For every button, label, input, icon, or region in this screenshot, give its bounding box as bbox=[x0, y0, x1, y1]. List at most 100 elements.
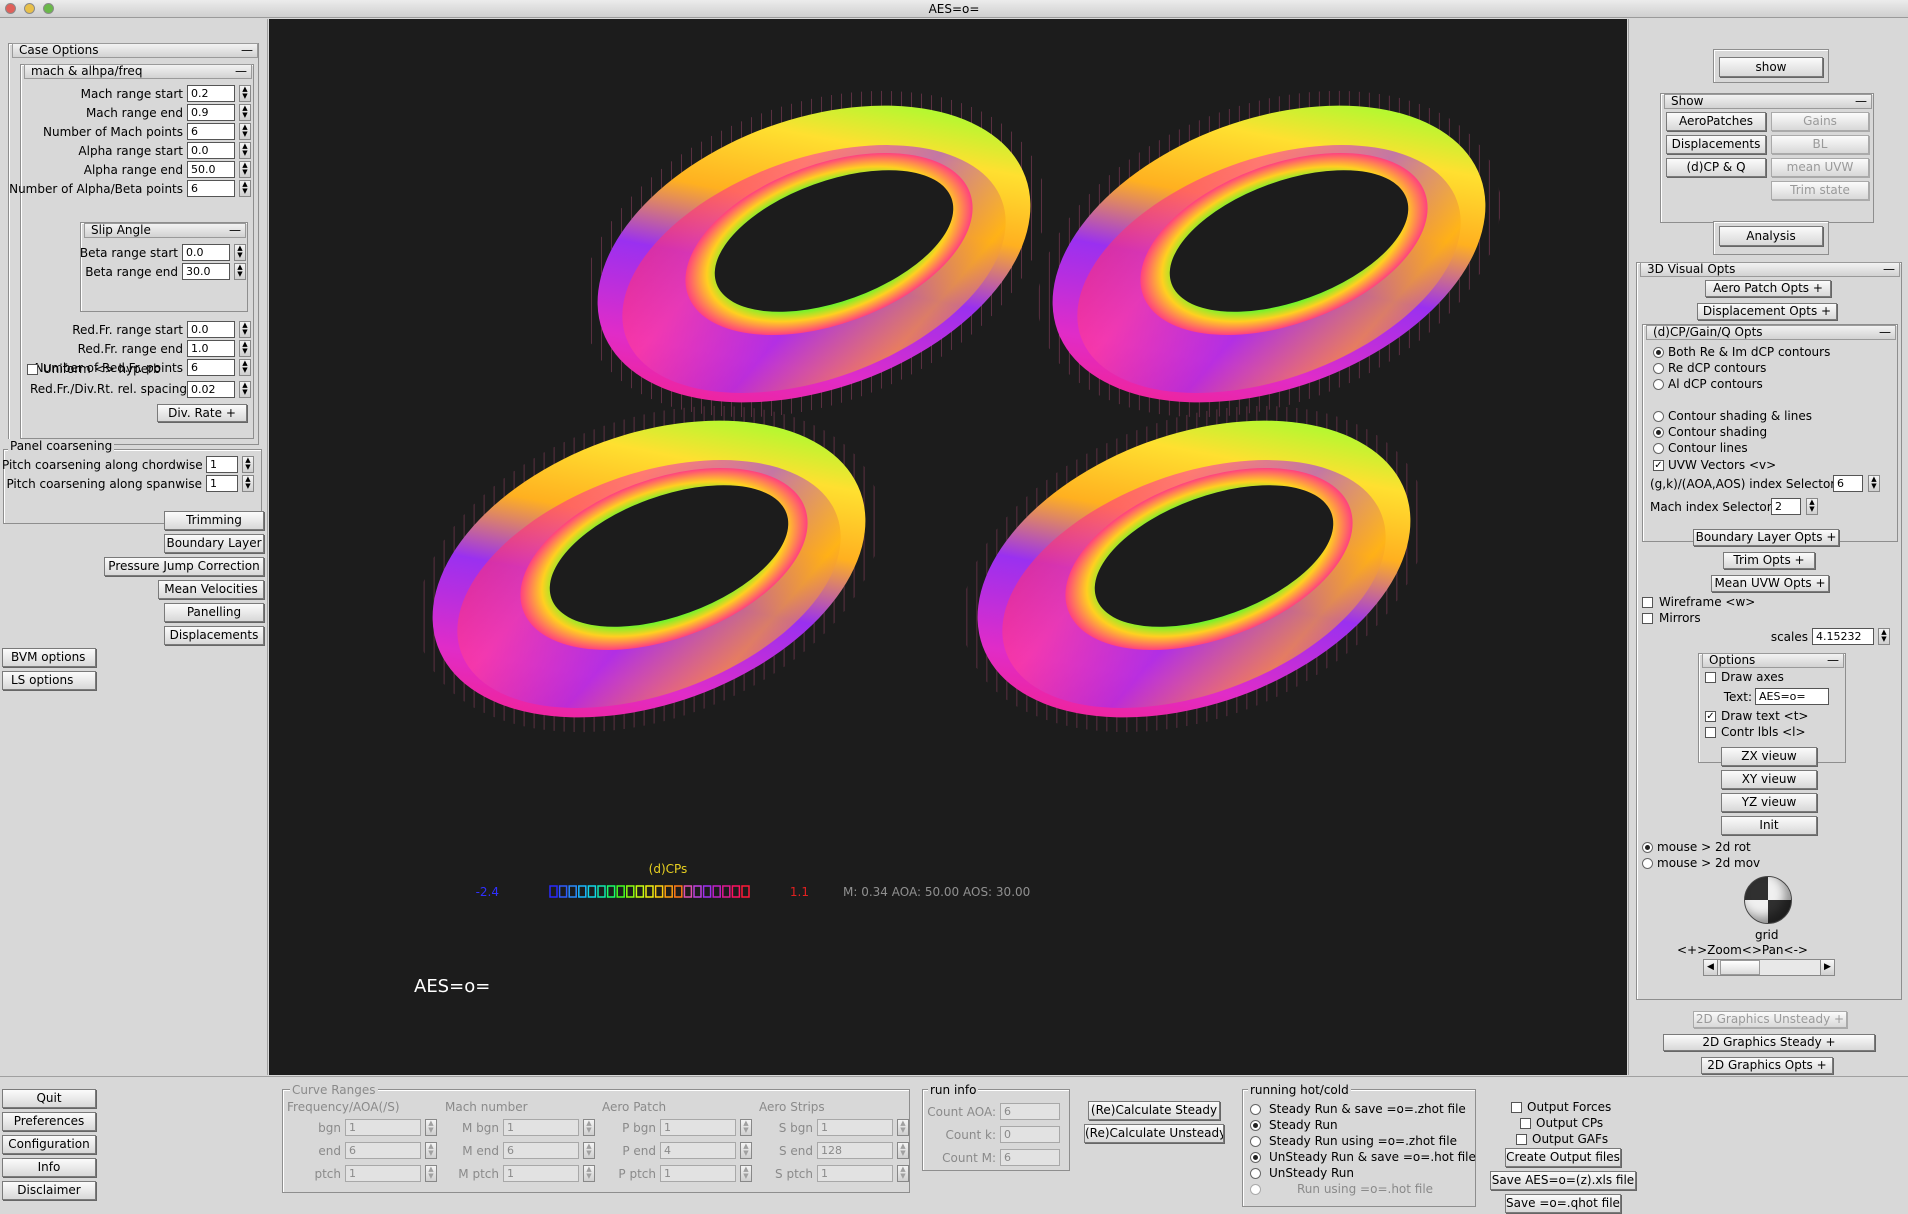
bl-show-button[interactable]: BL bbox=[1771, 135, 1869, 154]
alpha-range-start-spinner[interactable]: ▲ ▼ bbox=[239, 142, 251, 159]
zoom-window-icon[interactable] bbox=[43, 3, 54, 14]
index-selector-spinner[interactable]: ▲ ▼ bbox=[1868, 475, 1880, 492]
ls-options-button[interactable]: LS options bbox=[2, 671, 96, 690]
mean-velocities-button[interactable]: Mean Velocities bbox=[158, 580, 264, 599]
steady-run-using-o-zhot-file-radio[interactable] bbox=[1250, 1136, 1261, 1147]
mach-range-end-spinner[interactable]: ▲ ▼ bbox=[239, 104, 251, 121]
uvw-vectors-checkbox[interactable]: ✓ bbox=[1653, 460, 1664, 471]
info-button[interactable]: Info bbox=[2, 1158, 96, 1177]
steady-run-save-o-zhot-file-radio[interactable] bbox=[1250, 1104, 1261, 1115]
mirrors-checkbox[interactable] bbox=[1642, 613, 1653, 624]
collapse-icon[interactable]: — bbox=[241, 44, 253, 57]
aero-patch-opts-button[interactable]: Aero Patch Opts + bbox=[1705, 280, 1831, 297]
2d-graphics-steady-button[interactable]: 2D Graphics Steady + bbox=[1663, 1034, 1875, 1051]
mean-uvw-opts-button[interactable]: Mean UVW Opts + bbox=[1711, 575, 1829, 592]
collapse-icon[interactable]: — bbox=[1883, 263, 1895, 276]
alpha-range-end-input[interactable]: 50.0 bbox=[187, 161, 235, 178]
collapse-icon[interactable]: — bbox=[1879, 326, 1891, 339]
number-of-red-fr-points-spinner[interactable]: ▲ ▼ bbox=[239, 359, 251, 376]
mean-uvw-show-button[interactable]: mean UVW bbox=[1771, 158, 1869, 177]
show-group-header[interactable]: Show — bbox=[1664, 94, 1872, 109]
scales-spinner[interactable]: ▲ ▼ bbox=[1878, 628, 1890, 645]
zoom-slider[interactable]: ◀ ▶ bbox=[1703, 959, 1835, 976]
re-calculate-steady-button[interactable]: (Re)Calculate Steady bbox=[1088, 1101, 1220, 1120]
s-ptch-spinner[interactable]: ▲ ▼ bbox=[897, 1165, 909, 1182]
alpha-range-end-spinner[interactable]: ▲ ▼ bbox=[239, 161, 251, 178]
collapse-icon[interactable]: — bbox=[1827, 654, 1839, 667]
output-gafs-checkbox[interactable] bbox=[1516, 1134, 1527, 1145]
mouse-2d-mov-radio[interactable] bbox=[1642, 858, 1653, 869]
3d-view-canvas[interactable]: (d)CPs -2.4 1.1 M: 0.34 AOA: 50.00 AOS: … bbox=[269, 19, 1627, 1075]
displacements-show-button[interactable]: Displacements bbox=[1666, 135, 1766, 154]
save-qhot-button[interactable]: Save =o=.qhot file bbox=[1505, 1194, 1621, 1213]
pitch-coarsening-along-spanwise-input[interactable]: 1 bbox=[206, 475, 238, 492]
mach-selector-spinner[interactable]: ▲ ▼ bbox=[1806, 498, 1818, 515]
contour-shading-lines-radio[interactable] bbox=[1653, 411, 1664, 422]
collapse-icon[interactable]: — bbox=[1855, 95, 1867, 108]
mach-range-start-input[interactable]: 0.2 bbox=[187, 85, 235, 102]
number-of-mach-points-spinner[interactable]: ▲ ▼ bbox=[239, 123, 251, 140]
p-bgn-spinner[interactable]: ▲ ▼ bbox=[740, 1119, 752, 1136]
beta-range-end-input[interactable]: 30.0 bbox=[182, 263, 230, 280]
slider-thumb[interactable] bbox=[1720, 960, 1760, 975]
bgn-spinner[interactable]: ▲ ▼ bbox=[425, 1119, 437, 1136]
m-end-spinner[interactable]: ▲ ▼ bbox=[583, 1142, 595, 1159]
number-of-alpha-beta-points-spinner[interactable]: ▲ ▼ bbox=[239, 180, 251, 197]
m-ptch-spinner[interactable]: ▲ ▼ bbox=[583, 1165, 595, 1182]
pitch-coarsening-along-chordwise-spinner[interactable]: ▲ ▼ bbox=[242, 456, 254, 473]
disclaimer-button[interactable]: Disclaimer bbox=[2, 1181, 96, 1200]
s-ptch-input[interactable]: 1 bbox=[817, 1165, 893, 1182]
p-end-spinner[interactable]: ▲ ▼ bbox=[740, 1142, 752, 1159]
save-xls-button[interactable]: Save AES=o=(z).xls file bbox=[1490, 1171, 1636, 1190]
panelling-button[interactable]: Panelling bbox=[164, 603, 264, 622]
trim-state-show-button[interactable]: Trim state bbox=[1771, 181, 1869, 200]
trim-opts-button[interactable]: Trim Opts + bbox=[1723, 552, 1815, 569]
ptch-input[interactable]: 1 bbox=[345, 1165, 421, 1182]
alpha-range-start-input[interactable]: 0.0 bbox=[187, 142, 235, 159]
output-cps-checkbox[interactable] bbox=[1520, 1118, 1531, 1129]
bvm-options-button[interactable]: BVM options bbox=[2, 648, 96, 667]
2d-graphics-opts-button[interactable]: 2D Graphics Opts + bbox=[1701, 1057, 1833, 1074]
wireframe-checkbox[interactable] bbox=[1642, 597, 1653, 608]
s-bgn-spinner[interactable]: ▲ ▼ bbox=[897, 1119, 909, 1136]
mach-group-header[interactable]: mach & alhpa/freq — bbox=[24, 64, 252, 79]
rotation-ball-icon[interactable] bbox=[1744, 876, 1792, 924]
s-end-input[interactable]: 128 bbox=[817, 1142, 893, 1159]
bgn-input[interactable]: 1 bbox=[345, 1119, 421, 1136]
re-calculate-unsteady-button[interactable]: (Re)Calculate Unsteady bbox=[1084, 1124, 1224, 1143]
mach-selector-input[interactable]: 2 bbox=[1771, 498, 1801, 515]
draw-axes-checkbox[interactable] bbox=[1705, 672, 1716, 683]
mach-range-end-input[interactable]: 0.9 bbox=[187, 104, 235, 121]
p-ptch-spinner[interactable]: ▲ ▼ bbox=[740, 1165, 752, 1182]
beta-range-end-spinner[interactable]: ▲ ▼ bbox=[234, 263, 246, 280]
boundary-layer-opts-button[interactable]: Boundary Layer Opts + bbox=[1693, 529, 1839, 546]
beta-range-start-spinner[interactable]: ▲ ▼ bbox=[234, 244, 246, 261]
number-of-red-fr-points-input[interactable]: 6 bbox=[187, 359, 235, 376]
al-dcp-contours-radio[interactable] bbox=[1653, 379, 1664, 390]
contour-lines-radio[interactable] bbox=[1653, 443, 1664, 454]
collapse-icon[interactable]: — bbox=[229, 224, 241, 237]
analysis-button[interactable]: Analysis bbox=[1719, 226, 1823, 246]
red-fr-range-start-input[interactable]: 0.0 bbox=[187, 321, 235, 338]
end-spinner[interactable]: ▲ ▼ bbox=[425, 1142, 437, 1159]
trimming-button[interactable]: Trimming bbox=[164, 511, 264, 530]
aeropatches-show-button[interactable]: AeroPatches bbox=[1666, 112, 1766, 131]
p-bgn-input[interactable]: 1 bbox=[660, 1119, 736, 1136]
scales-input[interactable]: 4.15232 bbox=[1812, 628, 1874, 645]
visual-opts-header[interactable]: 3D Visual Opts — bbox=[1640, 262, 1900, 277]
m-ptch-input[interactable]: 1 bbox=[503, 1165, 579, 1182]
zx-vieuw-button[interactable]: ZX vieuw bbox=[1721, 747, 1817, 766]
displacements-button[interactable]: Displacements bbox=[164, 626, 264, 645]
gains-show-button[interactable]: Gains bbox=[1771, 112, 1869, 131]
contour-shading-radio[interactable] bbox=[1653, 427, 1664, 438]
p-ptch-input[interactable]: 1 bbox=[660, 1165, 736, 1182]
p-end-input[interactable]: 4 bbox=[660, 1142, 736, 1159]
options-header[interactable]: Options — bbox=[1702, 653, 1844, 668]
boundary-layer-button[interactable]: Boundary Layer bbox=[164, 534, 264, 553]
pitch-coarsening-along-spanwise-spinner[interactable]: ▲ ▼ bbox=[242, 475, 254, 492]
ptch-spinner[interactable]: ▲ ▼ bbox=[425, 1165, 437, 1182]
2d-graphics-unsteady-button[interactable]: 2D Graphics Unsteady + bbox=[1693, 1011, 1847, 1028]
cp-opts-header[interactable]: (d)CP/Gain/Q Opts — bbox=[1646, 325, 1896, 340]
number-of-alpha-beta-points-input[interactable]: 6 bbox=[187, 180, 235, 197]
slider-right-arrow-icon[interactable]: ▶ bbox=[1820, 960, 1834, 975]
